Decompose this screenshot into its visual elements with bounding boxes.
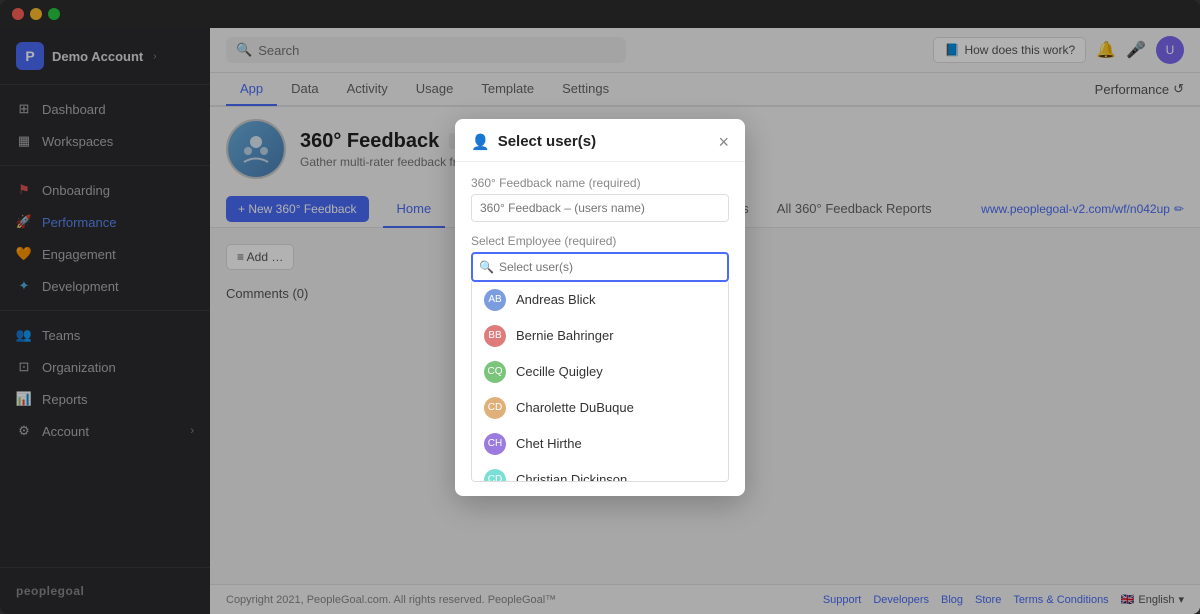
required-indicator: (required) (589, 176, 641, 190)
user-name: Chet Hirthe (516, 436, 582, 451)
user-avatar-4: CH (484, 433, 506, 455)
required-indicator-2: (required) (564, 234, 616, 248)
user-list-item[interactable]: AB Andreas Blick (472, 282, 728, 318)
user-avatar-5: CD (484, 469, 506, 482)
user-name: Andreas Blick (516, 292, 595, 307)
user-avatar-2: CQ (484, 361, 506, 383)
search-icon-inner: 🔍 (479, 260, 494, 274)
user-list-item[interactable]: BB Bernie Bahringer (472, 318, 728, 354)
select-users-modal: 👤 Select user(s) × 360° Feedback name (r… (455, 119, 745, 496)
user-icon: 👤 (471, 133, 490, 151)
user-avatar-0: AB (484, 289, 506, 311)
user-name: Bernie Bahringer (516, 328, 614, 343)
feedback-name-input[interactable] (471, 194, 729, 222)
app-window: P Demo Account › ⊞ Dashboard ▦ Workspace… (0, 0, 1200, 614)
modal-title-text: Select user(s) (498, 133, 596, 150)
user-list-item[interactable]: CD Christian Dickinson (472, 462, 728, 482)
modal-overlay[interactable]: 👤 Select user(s) × 360° Feedback name (r… (0, 0, 1200, 614)
user-search-input[interactable] (471, 252, 729, 282)
user-list-item[interactable]: CD Charolette DuBuque (472, 390, 728, 426)
user-avatar-3: CD (484, 397, 506, 419)
user-list-item[interactable]: CH Chet Hirthe (472, 426, 728, 462)
modal-title: 👤 Select user(s) (471, 133, 596, 151)
modal-close-button[interactable]: × (718, 133, 729, 151)
user-avatar-1: BB (484, 325, 506, 347)
feedback-name-label: 360° Feedback name (required) (471, 176, 729, 190)
user-list: AB Andreas Blick BB Bernie Bahringer CQ … (471, 282, 729, 482)
user-name: Christian Dickinson (516, 472, 627, 482)
user-name: Charolette DuBuque (516, 400, 634, 415)
employee-label: Select Employee (required) (471, 234, 729, 248)
user-name: Cecille Quigley (516, 364, 603, 379)
user-list-item[interactable]: CQ Cecille Quigley (472, 354, 728, 390)
modal-header: 👤 Select user(s) × (455, 119, 745, 162)
user-search-wrap: 🔍 (471, 252, 729, 282)
modal-body: 360° Feedback name (required) Select Emp… (455, 162, 745, 496)
